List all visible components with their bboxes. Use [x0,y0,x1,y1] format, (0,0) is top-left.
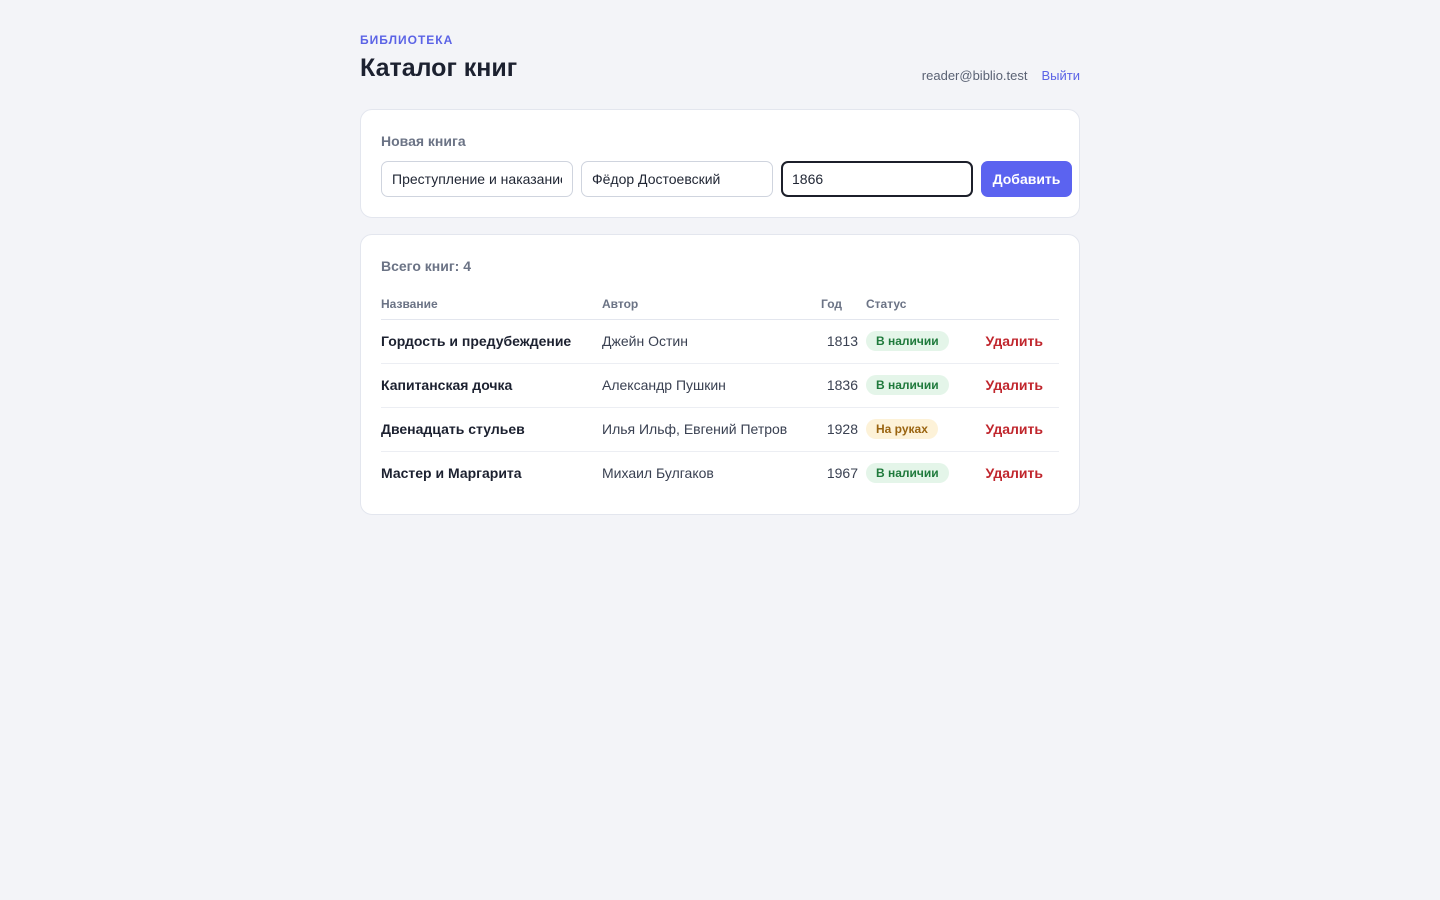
page-title: Каталог книг [360,54,518,82]
books-table-body: Гордость и предубеждение Джейн Остин 181… [381,319,1059,495]
book-author: Александр Пушкин [602,363,821,408]
book-actions-cell: Удалить [976,319,1059,364]
page-header: Библиотека Каталог книг reader@biblio.te… [360,0,1080,110]
book-year-input[interactable] [781,161,973,197]
book-actions-cell: Удалить [976,451,1059,495]
book-actions-cell: Удалить [976,407,1059,452]
book-title: Капитанская дочка [381,363,602,408]
book-author: Илья Ильф, Евгений Петров [602,407,821,452]
status-badge: В наличии [866,331,949,351]
delete-book-button[interactable]: Удалить [986,421,1043,437]
status-badge: В наличии [866,463,949,484]
book-author: Михаил Булгаков [602,465,714,482]
book-year: 1836 [821,363,866,408]
delete-book-button[interactable]: Удалить [986,333,1043,349]
book-list-card: Всего книг: 4 Название Автор Год Статус … [360,234,1080,515]
section-eyebrow: Библиотека [360,33,454,47]
book-status-cell: В наличии [866,451,976,495]
book-year: 1813 [821,319,866,364]
new-book-card: Новая книга Добавить [360,109,1080,218]
column-header-author: Автор [602,289,821,320]
book-author-input[interactable] [581,161,773,197]
user-email: reader@biblio.test [921,68,1028,83]
column-header-actions [976,289,1059,320]
book-title-input[interactable] [381,161,573,197]
books-table: Название Автор Год Статус Гордость и пре… [381,289,1059,495]
new-book-form: Добавить [381,161,1072,197]
user-bar: reader@biblio.test Выйти [922,68,1080,83]
column-header-status: Статус [866,289,976,320]
status-badge: В наличии [866,375,949,395]
book-status-cell: В наличии [866,363,976,408]
book-title: Гордость и предубеждение [381,319,602,364]
book-title: Двенадцать стульев [381,407,602,452]
table-row: Мастер и Маргарита Михаил Булгаков 1967 … [381,451,1059,495]
delete-book-button[interactable]: Удалить [986,465,1043,481]
table-row: Двенадцать стульев Илья Ильф, Евгений Пе… [381,407,1059,452]
column-header-year: Год [821,289,866,320]
add-book-button[interactable]: Добавить [981,161,1072,197]
book-status-cell: На руках [866,407,976,452]
table-header-row: Название Автор Год Статус [381,289,1059,320]
book-year: 1928 [821,407,866,452]
new-book-title: Новая книга [381,133,466,149]
book-title: Мастер и Маргарита [381,465,522,482]
table-row: Капитанская дочка Александр Пушкин 1836 … [381,363,1059,408]
book-author: Джейн Остин [602,319,821,364]
app-container: Библиотека Каталог книг reader@biblio.te… [360,0,1080,515]
book-year: 1967 [826,465,858,482]
table-row: Гордость и предубеждение Джейн Остин 181… [381,319,1059,364]
book-count: Всего книг: 4 [381,258,472,274]
book-actions-cell: Удалить [976,363,1059,408]
status-badge: На руках [866,419,938,439]
logout-link[interactable]: Выйти [1042,68,1081,83]
delete-book-button[interactable]: Удалить [986,377,1043,393]
book-status-cell: В наличии [866,319,976,364]
column-header-title: Название [381,289,602,320]
